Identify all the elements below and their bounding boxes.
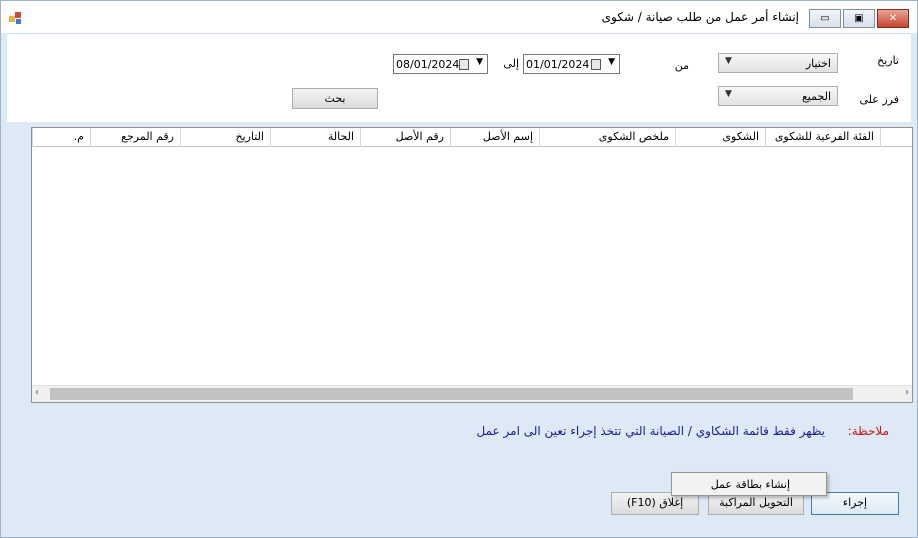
close-icon: ✕: [888, 13, 898, 24]
search-button[interactable]: بحث: [292, 88, 378, 109]
column-header[interactable]: التاريخ: [180, 128, 270, 147]
context-menu: إنشاء بطاقة عمل: [671, 472, 827, 496]
sort-label: فرز على: [859, 93, 899, 106]
form-client-area: تاريخ اختيار ▼ من 01/01/2024 ▼ إلى 08/01…: [7, 33, 913, 534]
context-menu-item-create-job-card[interactable]: إنشاء بطاقة عمل: [711, 478, 790, 491]
from-label: من: [674, 59, 689, 72]
scrollbar-thumb[interactable]: [50, 388, 853, 400]
chevron-down-icon: ▼: [725, 89, 732, 99]
close-window-button[interactable]: ✕: [877, 9, 909, 28]
from-date-value: 01/01/2024: [526, 58, 590, 71]
column-header[interactable]: م.: [32, 128, 90, 147]
maximize-icon: ▣: [854, 13, 864, 24]
note-text: يظهر فقط قائمة الشكاوي / الصيانة التي تت…: [476, 424, 825, 438]
column-header[interactable]: إسم الأصل: [450, 128, 539, 147]
minimize-icon: ▭: [820, 13, 830, 24]
chevron-down-icon: ▼: [476, 57, 483, 67]
app-icon: [9, 12, 21, 24]
to-date-picker[interactable]: 08/01/2024 ▼: [393, 54, 488, 74]
sort-value: الجميع: [801, 90, 831, 103]
from-date-picker[interactable]: 01/01/2024 ▼: [523, 54, 620, 74]
date-type-value: اختيار: [805, 57, 831, 70]
minimize-button[interactable]: ▭: [809, 9, 841, 28]
to-label: إلى: [503, 57, 519, 70]
calendar-icon: [459, 59, 469, 70]
chevron-down-icon: ▼: [608, 57, 615, 67]
to-date-value: 08/01/2024: [396, 58, 460, 71]
date-label: تاريخ: [877, 54, 899, 67]
column-header[interactable]: ملخص الشكوى: [539, 128, 675, 147]
date-type-select[interactable]: اختيار ▼: [718, 53, 838, 73]
column-header-spacer: [880, 128, 912, 147]
column-header[interactable]: الحالة: [270, 128, 360, 147]
horizontal-scrollbar[interactable]: ‹ ›: [32, 385, 912, 402]
chevron-right-icon[interactable]: ›: [905, 387, 909, 398]
title-bar: إنشاء أمر عمل من طلب صيانة / شكوى ▭ ▣ ✕: [1, 1, 917, 33]
column-header[interactable]: رقم المرجع: [90, 128, 180, 147]
chevron-left-icon[interactable]: ‹: [35, 387, 39, 398]
results-grid[interactable]: الفئة الفرعية للشكوى الشكوى ملخص الشكوى …: [31, 127, 913, 403]
column-header[interactable]: رقم الأصل: [360, 128, 450, 147]
maximize-button[interactable]: ▣: [843, 9, 875, 28]
sort-select[interactable]: الجميع ▼: [718, 86, 838, 106]
calendar-icon: [591, 59, 601, 70]
grid-header: الفئة الفرعية للشكوى الشكوى ملخص الشكوى …: [32, 128, 912, 147]
column-header[interactable]: الفئة الفرعية للشكوى: [765, 128, 880, 147]
window-title: إنشاء أمر عمل من طلب صيانة / شكوى: [601, 10, 799, 24]
note-label: ملاحظة:: [847, 424, 889, 438]
chevron-down-icon: ▼: [725, 56, 732, 66]
column-header[interactable]: الشكوى: [675, 128, 765, 147]
main-window: إنشاء أمر عمل من طلب صيانة / شكوى ▭ ▣ ✕ …: [0, 0, 918, 538]
